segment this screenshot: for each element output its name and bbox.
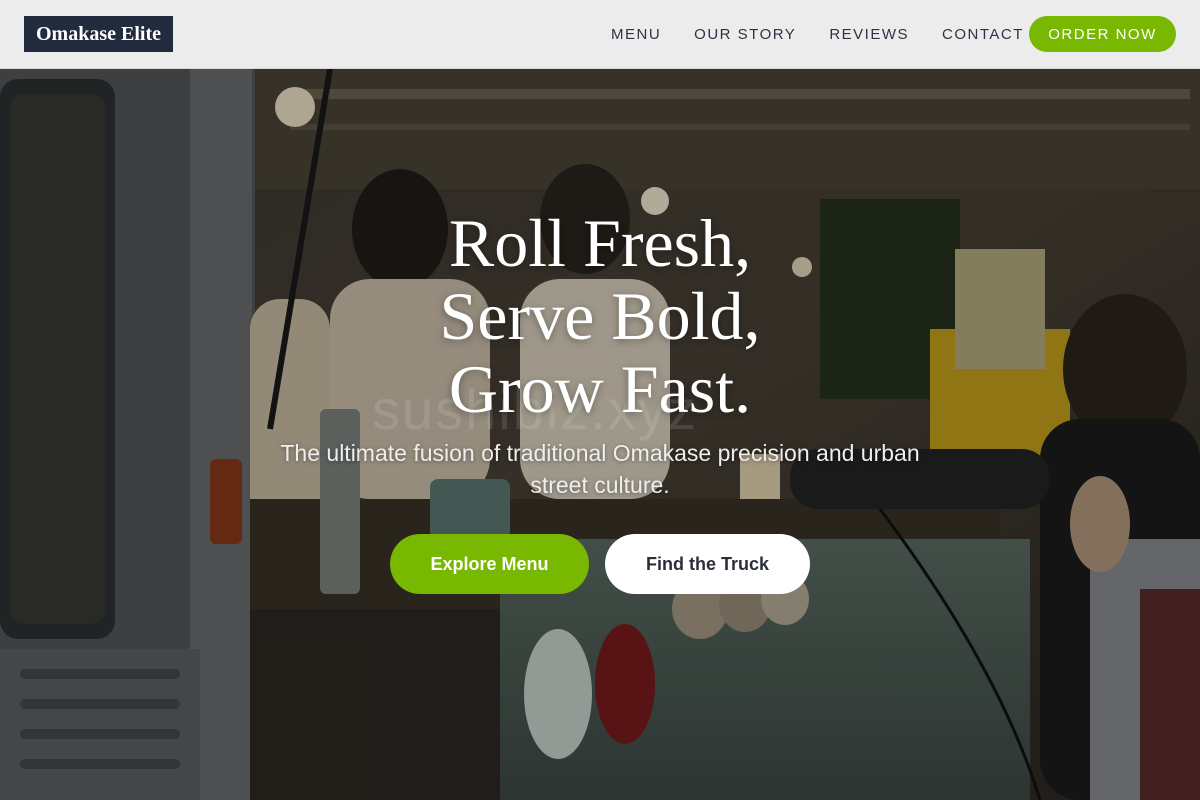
nav-item-contact[interactable]: CONTACT	[942, 26, 1024, 43]
top-navbar: Omakase Elite MENU OUR STORY REVIEWS CON…	[0, 0, 1200, 69]
nav-item-menu[interactable]: MENU	[611, 26, 661, 43]
find-the-truck-button[interactable]: Find the Truck	[605, 534, 810, 594]
brand-logo[interactable]: Omakase Elite	[24, 16, 173, 52]
hero-subtitle: The ultimate fusion of traditional Omaka…	[280, 440, 920, 498]
nav-item-our-story[interactable]: OUR STORY	[694, 26, 796, 43]
hero-content: sushibiz.xyz Roll Fresh, Serve Bold, Gro…	[0, 69, 1200, 800]
explore-menu-button[interactable]: Explore Menu	[390, 534, 589, 594]
hero-title-line-1: Roll Fresh,	[448, 205, 752, 281]
main-nav: MENU OUR STORY REVIEWS CONTACT	[611, 0, 1024, 69]
hero-title-line-3: Grow Fast.	[448, 351, 752, 427]
hero-title: Roll Fresh, Serve Bold, Grow Fast.	[300, 207, 900, 426]
hero-section: sushibiz.xyz Roll Fresh, Serve Bold, Gro…	[0, 69, 1200, 800]
nav-item-reviews[interactable]: REVIEWS	[829, 26, 909, 43]
order-now-button[interactable]: ORDER NOW	[1029, 16, 1176, 52]
hero-title-line-2: Serve Bold,	[439, 278, 761, 354]
